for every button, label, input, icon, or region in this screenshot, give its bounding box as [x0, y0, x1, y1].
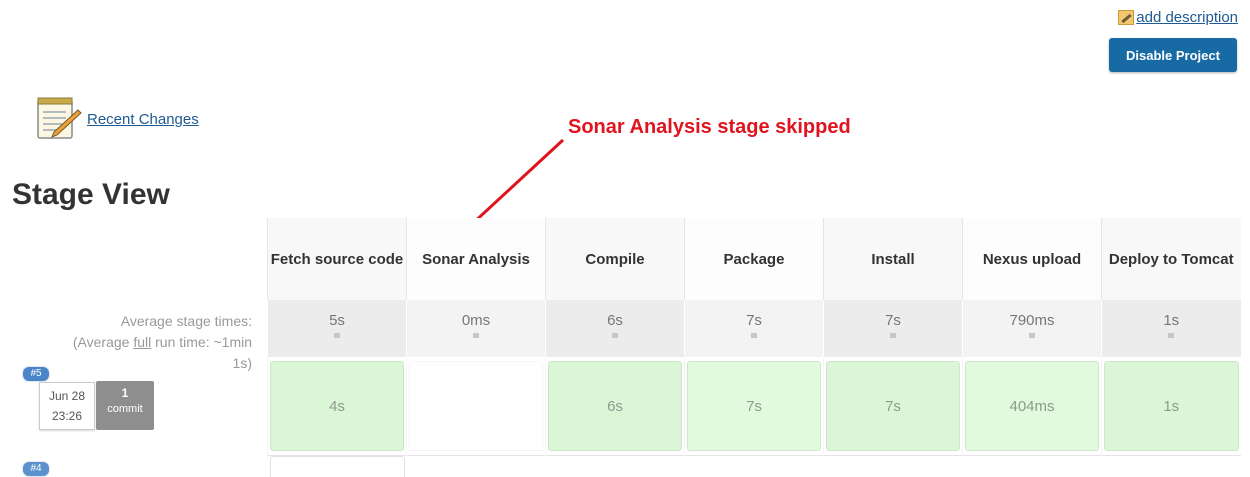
stage-view-title: Stage View	[12, 178, 170, 212]
add-description-label: add description	[1136, 9, 1238, 26]
stage-result-cell-skipped	[409, 361, 543, 451]
stage-header: Nexus upload	[963, 218, 1102, 300]
notepad-icon	[34, 94, 82, 142]
stage-result-cell[interactable]	[270, 456, 405, 477]
avg-bar-icon	[751, 333, 757, 338]
run-date-time: 23:26	[40, 406, 94, 426]
stage-result-cell[interactable]: 6s	[548, 361, 682, 451]
avg-bar-icon	[334, 333, 340, 338]
stage-header: Package	[685, 218, 824, 300]
stage-header: Install	[824, 218, 963, 300]
recent-changes-link[interactable]: Recent Changes	[87, 111, 199, 128]
stage-result-cell[interactable]: 1s	[1104, 361, 1239, 451]
stage-header: Compile	[546, 218, 685, 300]
average-cell: 1s	[1102, 300, 1241, 357]
avg-bar-icon	[890, 333, 896, 338]
stage-table: Fetch source code Sonar Analysis Compile…	[267, 218, 1241, 477]
average-cell: 790ms	[963, 300, 1102, 357]
average-stage-times-label: Average stage times: (Average full run t…	[0, 311, 252, 374]
avg-bar-icon	[612, 333, 618, 338]
run-badge[interactable]: #5	[22, 366, 50, 382]
run-date: Jun 28 23:26	[39, 382, 95, 430]
average-cell: 0ms	[407, 300, 546, 357]
edit-icon	[1118, 10, 1134, 25]
stage-result-cell[interactable]: 4s	[270, 361, 404, 451]
stage-result-cell[interactable]: 7s	[826, 361, 960, 451]
average-cell: 7s	[685, 300, 824, 357]
stage-result-cell[interactable]: 7s	[687, 361, 821, 451]
average-row: 5s 0ms 6s 7s 7s 790ms 1s	[268, 300, 1241, 357]
run-row: 4s 6s 7s 7s 404ms 1s	[268, 357, 1241, 456]
run-date-day: Jun 28	[40, 386, 94, 406]
stage-header: Sonar Analysis	[407, 218, 546, 300]
commit-badge[interactable]: 1 commit	[96, 381, 154, 430]
annotation-text: Sonar Analysis stage skipped	[568, 116, 851, 139]
run-badge[interactable]: #4	[22, 461, 50, 477]
avg-bar-icon	[1168, 333, 1174, 338]
stage-header-row: Fetch source code Sonar Analysis Compile…	[268, 218, 1241, 300]
avg-bar-icon	[473, 333, 479, 338]
stage-header: Deploy to Tomcat	[1102, 218, 1241, 300]
average-cell: 5s	[268, 300, 407, 357]
average-cell: 7s	[824, 300, 963, 357]
average-label-line1: Average stage times:	[0, 311, 252, 332]
average-cell: 6s	[546, 300, 685, 357]
stage-result-cell[interactable]: 404ms	[965, 361, 1099, 451]
avg-bar-icon	[1029, 333, 1035, 338]
average-label-line2: (Average full run time: ~1min	[0, 332, 252, 353]
stage-header: Fetch source code	[268, 218, 407, 300]
disable-project-button[interactable]: Disable Project	[1109, 38, 1237, 72]
run-row-next	[268, 456, 1241, 477]
add-description-link[interactable]: add description	[1118, 9, 1238, 26]
commit-count: 1	[96, 385, 154, 401]
commit-label: commit	[107, 403, 142, 415]
